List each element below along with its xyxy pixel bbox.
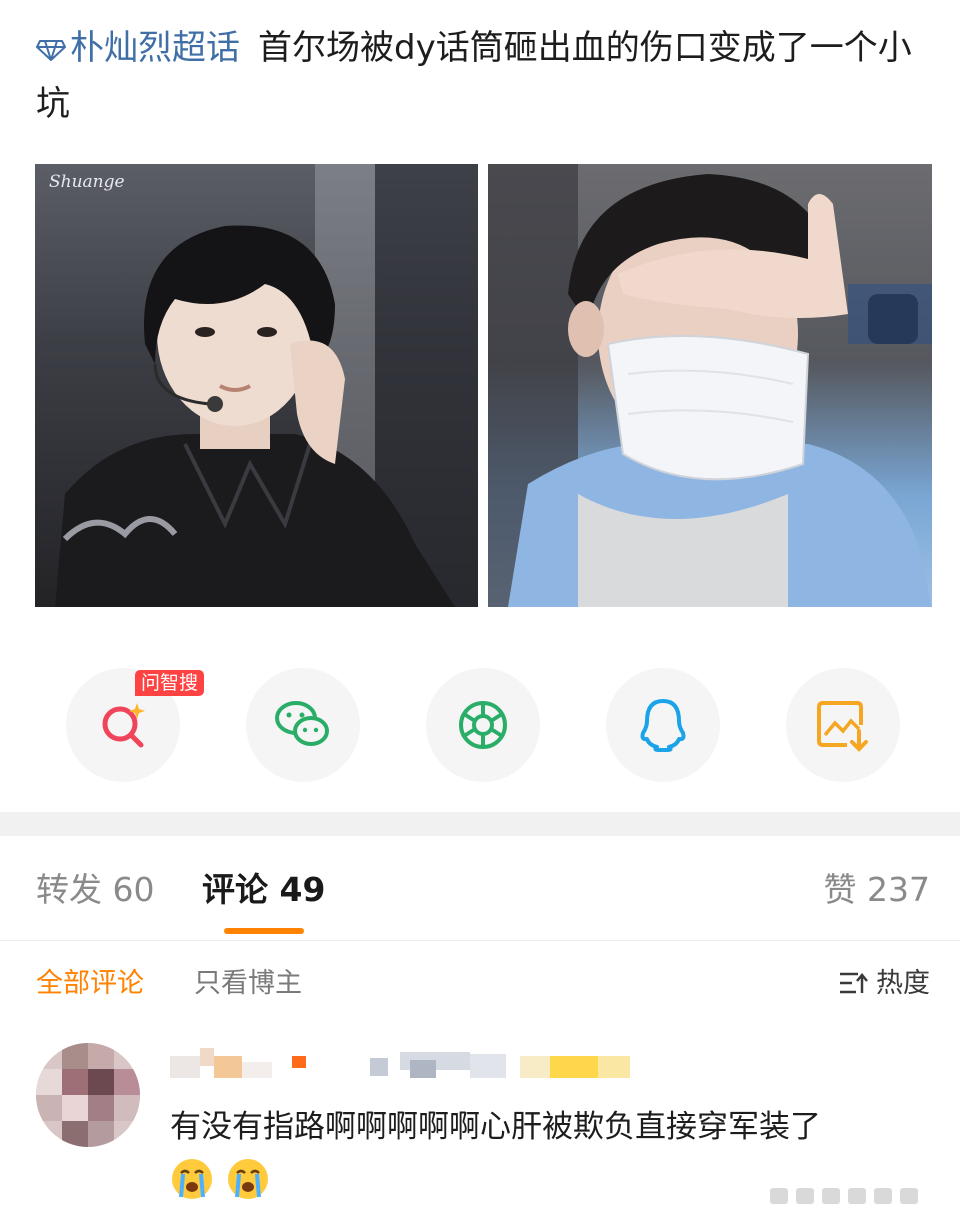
avatar-pixelated <box>36 1043 140 1147</box>
avatar[interactable] <box>36 1043 140 1147</box>
save-image-icon <box>817 701 868 752</box>
active-tab-indicator <box>224 928 304 934</box>
crying-face-icon <box>228 1159 268 1199</box>
photo-2-illustration <box>488 164 932 607</box>
post-photo-1[interactable]: Shuange <box>35 164 478 607</box>
ai-search-badge: 问智搜 <box>135 670 205 696</box>
ai-search-icon <box>102 703 145 748</box>
crying-face-icon <box>172 1159 212 1199</box>
wechat-icon <box>275 701 329 746</box>
photo-1-illustration <box>55 164 478 607</box>
username-blurred <box>170 1048 630 1078</box>
filter-owner-only[interactable]: 只看博主 <box>194 966 302 1002</box>
section-divider <box>0 812 960 836</box>
moments-icon <box>459 701 507 749</box>
comment-text: 有没有指路啊啊啊啊啊心肝被欺负直接穿军装了 <box>170 1109 821 1145</box>
post-text-block: 朴灿烈超话 首尔场被dy话筒砸出血的伤口变成了一个小坑 <box>36 20 926 132</box>
filter-all-comments[interactable]: 全部评论 <box>36 966 144 1002</box>
sort-icon <box>840 972 868 994</box>
tab-repost[interactable]: 转发 60 <box>36 868 154 912</box>
share-qq-button[interactable] <box>606 668 720 782</box>
share-moments-button[interactable] <box>426 668 540 782</box>
tab-divider <box>0 940 960 941</box>
watermark-dots <box>770 1188 918 1204</box>
post-photo-2[interactable] <box>488 164 932 607</box>
topic-link[interactable]: 朴灿烈超话 <box>36 28 240 68</box>
sort-label: 热度 <box>876 968 930 999</box>
topic-name: 朴灿烈超话 <box>70 28 240 68</box>
share-wechat-button[interactable] <box>246 668 360 782</box>
diamond-icon <box>36 40 66 61</box>
tab-like[interactable]: 赞 237 <box>824 868 930 912</box>
qq-icon <box>640 699 686 752</box>
photo-watermark: Shuange <box>49 172 125 192</box>
sort-button[interactable]: 热度 <box>838 966 930 1002</box>
save-image-button[interactable] <box>786 668 900 782</box>
tab-comment[interactable]: 评论 49 <box>202 868 325 912</box>
